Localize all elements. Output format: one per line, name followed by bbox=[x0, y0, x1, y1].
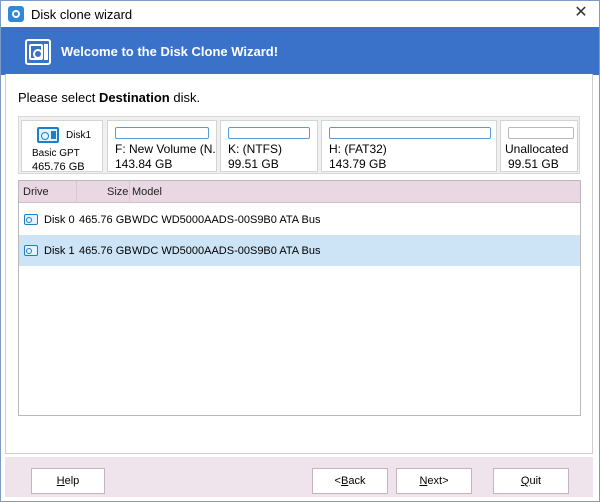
row-size: 465.76 GB bbox=[79, 214, 132, 226]
hard-disk-icon bbox=[24, 245, 38, 256]
close-icon[interactable]: ✕ bbox=[571, 3, 591, 23]
disk-name: Disk1 bbox=[66, 130, 92, 141]
table-row-selected[interactable]: Disk 1 465.76 GB WDC WD5000AADS-00S9B0 A… bbox=[19, 235, 580, 266]
row-drive: Disk 0 bbox=[44, 214, 75, 226]
table-header: Drive Size Model bbox=[19, 181, 580, 203]
instruction-text: Please select Destination disk. bbox=[18, 90, 201, 105]
disk-map: Disk1 Basic GPT 465.76 GB F: New Volume … bbox=[18, 116, 580, 174]
app-logo-icon bbox=[8, 6, 24, 22]
partition-usage-bar bbox=[115, 127, 209, 139]
disk-list-table: Drive Size Model Disk 0 465.76 GB WDC WD… bbox=[18, 180, 581, 416]
title-bar: Disk clone wizard ✕ bbox=[1, 1, 599, 27]
partition-label: F: New Volume (N... bbox=[115, 142, 215, 156]
help-button[interactable]: Help bbox=[31, 468, 105, 494]
disk-clone-icon bbox=[25, 39, 51, 65]
next-button[interactable]: Next> bbox=[396, 468, 472, 494]
partition-size: 143.79 GB bbox=[329, 157, 387, 171]
hard-disk-icon bbox=[37, 127, 59, 143]
row-model: WDC WD5000AADS-00S9B0 ATA Bus bbox=[132, 214, 321, 226]
partition-usage-bar bbox=[228, 127, 310, 139]
row-size: 465.76 GB bbox=[79, 245, 132, 257]
window-title: Disk clone wizard bbox=[31, 7, 133, 22]
hard-disk-icon bbox=[24, 214, 38, 225]
partition-size: 143.84 GB bbox=[115, 157, 173, 171]
partition-block[interactable]: K: (NTFS) 99.51 GB bbox=[220, 120, 318, 172]
disk-info-block[interactable]: Disk1 Basic GPT 465.76 GB bbox=[21, 120, 103, 173]
table-row[interactable]: Disk 0 465.76 GB WDC WD5000AADS-00S9B0 A… bbox=[19, 204, 580, 235]
disk-size: 465.76 GB bbox=[32, 161, 85, 173]
back-button[interactable]: <Back bbox=[312, 468, 388, 494]
column-header-size[interactable]: Size bbox=[107, 186, 128, 198]
partition-label: Unallocated bbox=[505, 142, 569, 156]
partition-block[interactable]: H: (FAT32) 143.79 GB bbox=[321, 120, 497, 172]
disk-type: Basic GPT bbox=[32, 148, 80, 159]
partition-label: H: (FAT32) bbox=[329, 142, 387, 156]
row-drive: Disk 1 bbox=[44, 245, 75, 257]
partition-size: 99.51 GB bbox=[228, 157, 279, 171]
partition-label: K: (NTFS) bbox=[228, 142, 282, 156]
column-header-drive[interactable]: Drive bbox=[23, 186, 49, 198]
row-model: WDC WD5000AADS-00S9B0 ATA Bus bbox=[132, 245, 321, 257]
partition-size: 99.51 GB bbox=[508, 157, 559, 171]
column-header-model[interactable]: Model bbox=[132, 186, 162, 198]
quit-button[interactable]: Quit bbox=[493, 468, 569, 494]
wizard-title: Welcome to the Disk Clone Wizard! bbox=[61, 44, 279, 59]
partition-usage-bar bbox=[508, 127, 574, 139]
wizard-banner: Welcome to the Disk Clone Wizard! bbox=[1, 27, 599, 75]
partition-block[interactable]: F: New Volume (N... 143.84 GB bbox=[107, 120, 217, 172]
partition-block-unallocated[interactable]: Unallocated 99.51 GB bbox=[500, 120, 578, 172]
partition-usage-bar bbox=[329, 127, 491, 139]
